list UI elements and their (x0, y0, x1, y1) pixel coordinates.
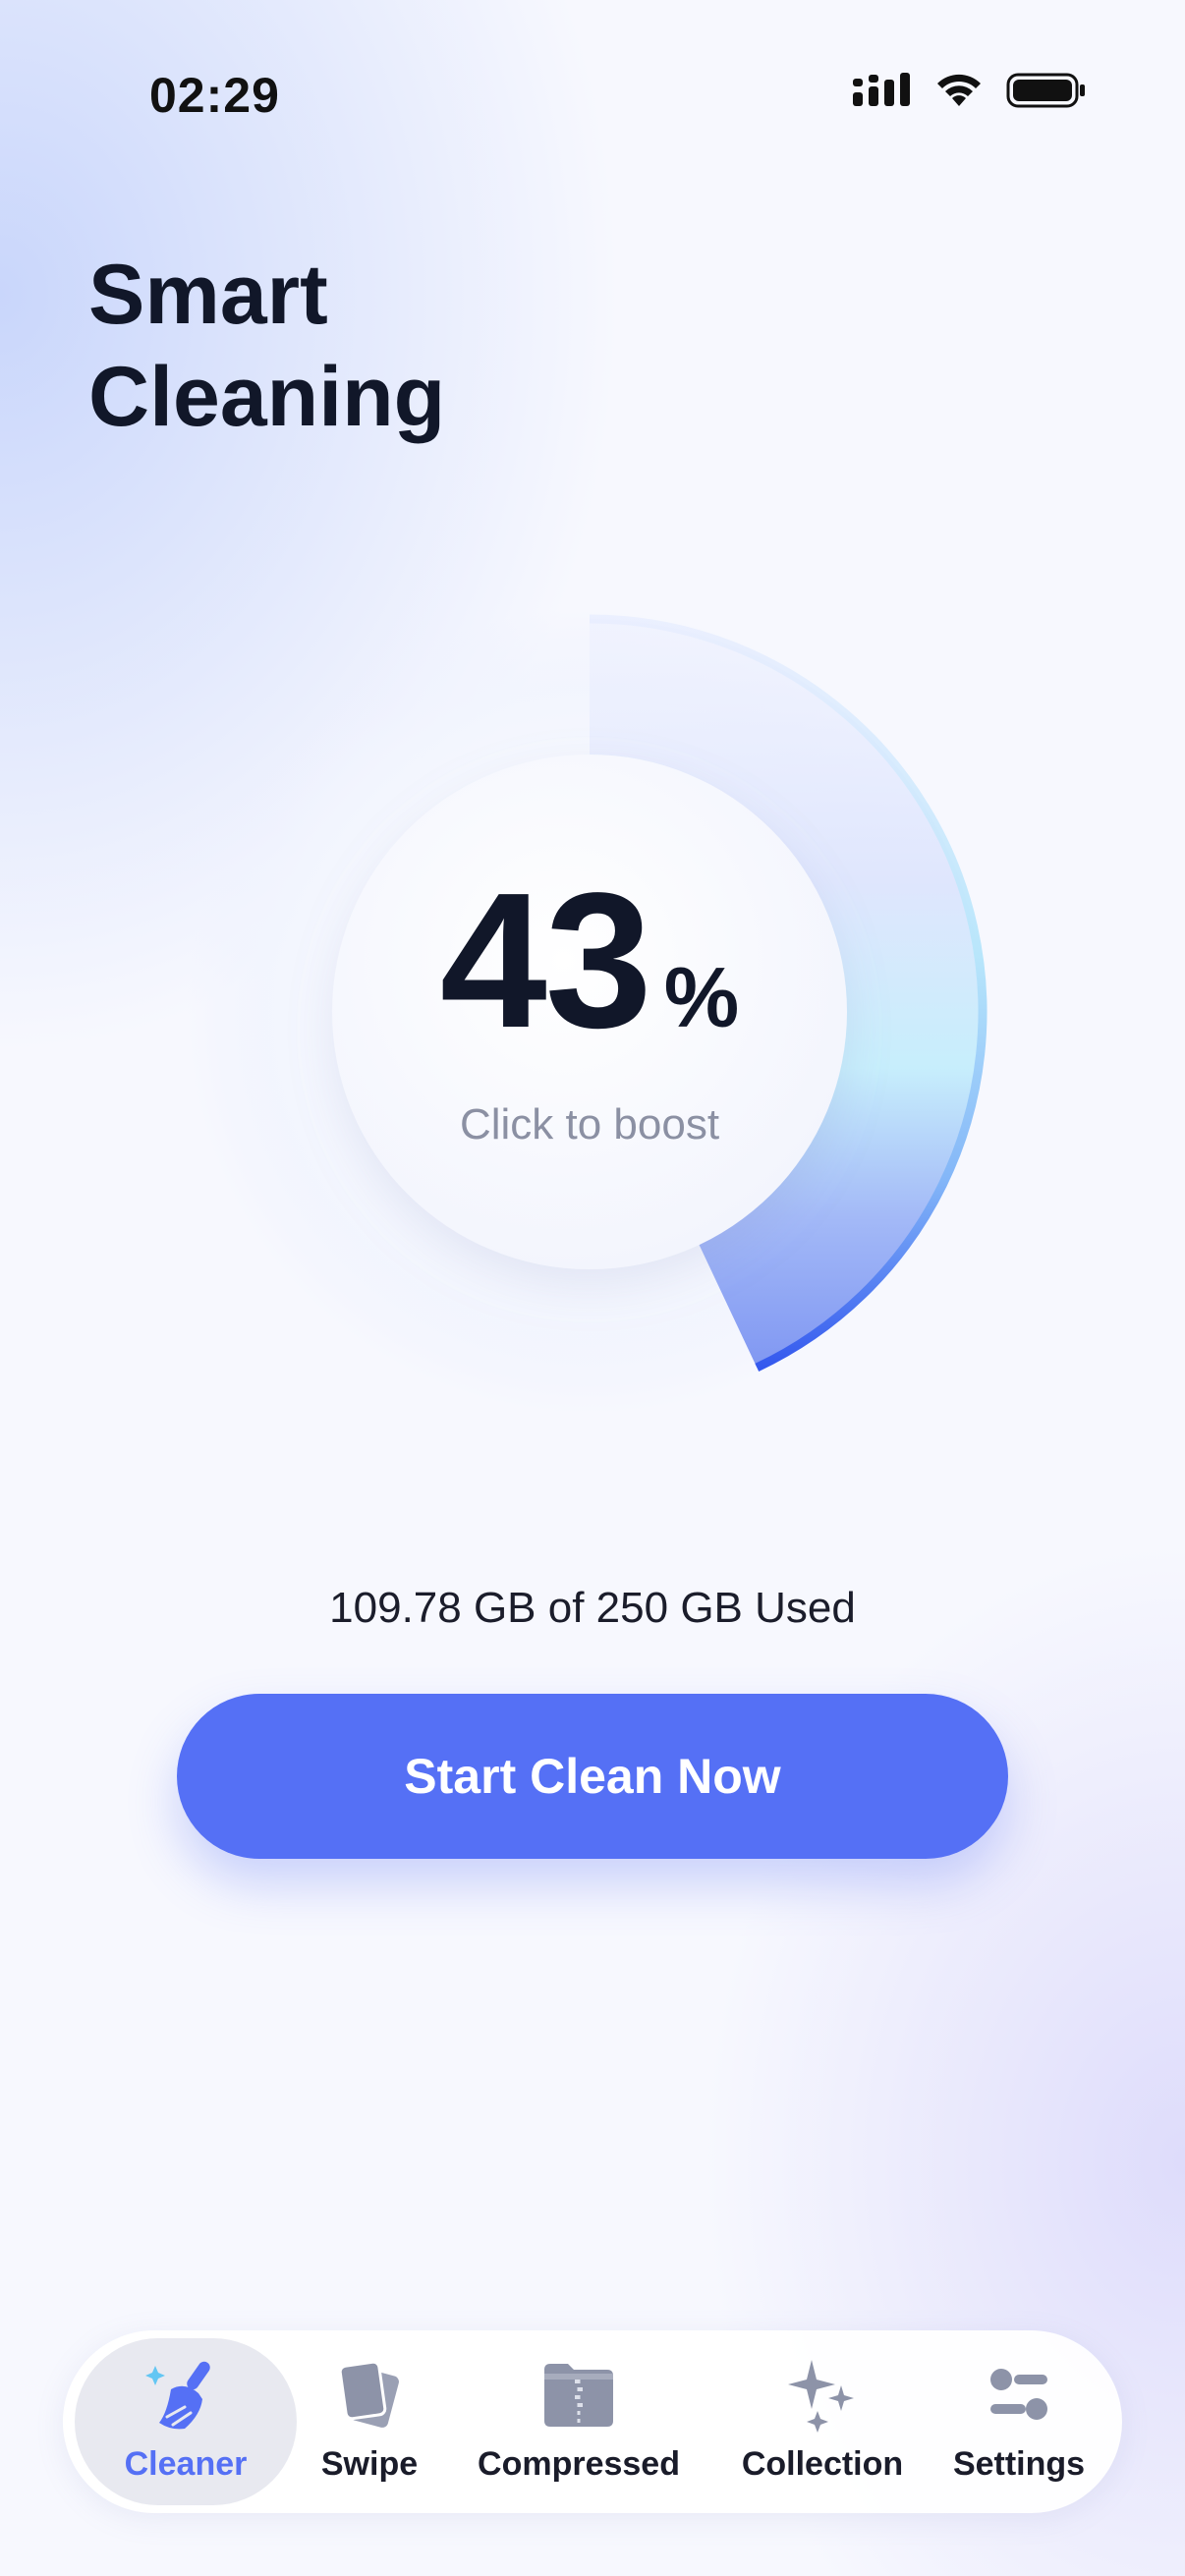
gauge-percent-number: 43 (439, 853, 652, 1068)
tab-label-swipe: Swipe (320, 2445, 419, 2483)
boost-hint[interactable]: Click to boost (460, 1100, 719, 1149)
tab-label-compressed: Compressed (478, 2445, 680, 2483)
gauge-center[interactable]: 43 % Click to boost (332, 755, 847, 1269)
tab-swipe[interactable]: Swipe (297, 2338, 442, 2505)
storage-usage-text: 109.78 GB of 250 GB Used (329, 1584, 856, 1632)
tab-label-collection: Collection (741, 2445, 904, 2483)
tab-settings[interactable]: Settings (928, 2338, 1110, 2505)
tab-label-settings: Settings (952, 2445, 1086, 2483)
tab-cleaner[interactable]: Cleaner (75, 2338, 297, 2505)
signal-icon (853, 73, 910, 106)
storage-gauge[interactable]: 43 % Click to boost (187, 609, 992, 1415)
sliders-icon (990, 2369, 1047, 2420)
start-clean-button[interactable]: Start Clean Now (177, 1694, 1008, 1859)
sparkles-icon (788, 2360, 854, 2433)
tab-collection[interactable]: Collection (711, 2338, 933, 2505)
cards-icon (338, 2360, 399, 2428)
page-title: Smart Cleaning (88, 244, 445, 448)
status-bar: 02:29 (0, 0, 1185, 187)
page-title-line2: Cleaning (88, 350, 446, 444)
page-title-line1: Smart (88, 248, 328, 342)
tab-label-cleaner: Cleaner (124, 2445, 248, 2483)
gauge-value: 43 % (440, 865, 739, 1057)
tab-compressed[interactable]: Compressed (446, 2338, 711, 2505)
battery-icon (1006, 73, 1085, 108)
tab-bar: Cleaner Swipe Compressed Collection Sett… (63, 2330, 1122, 2513)
wifi-icon (937, 74, 981, 106)
status-icons (853, 71, 1087, 110)
zip-folder-icon (544, 2364, 613, 2427)
gauge-percent-unit: % (663, 951, 740, 1045)
status-time: 02:29 (149, 68, 280, 123)
broom-icon (145, 2361, 210, 2430)
